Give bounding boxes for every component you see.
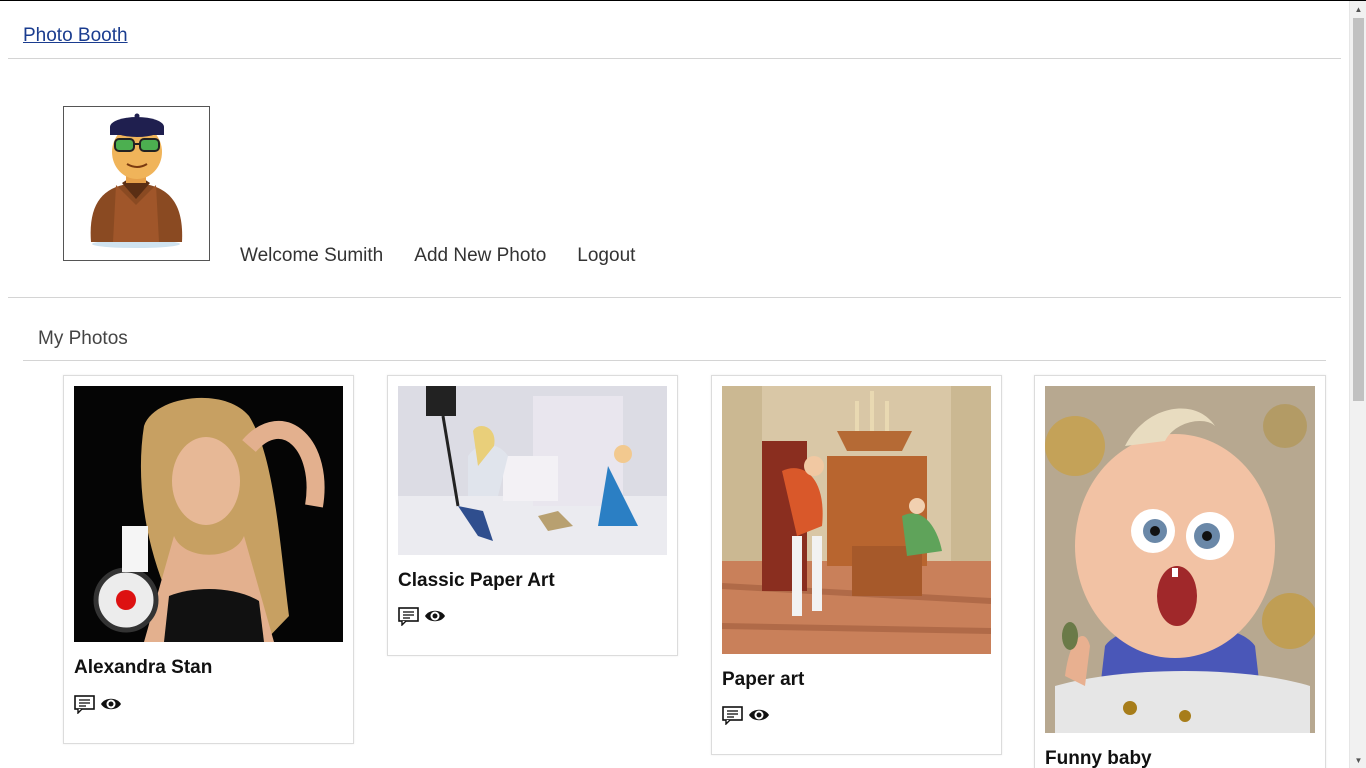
photo-card[interactable]: Alexandra Stan	[63, 375, 354, 744]
comment-icon[interactable]	[74, 694, 96, 715]
photo-actions	[398, 606, 446, 627]
photo-image[interactable]	[722, 386, 991, 654]
vertical-scrollbar[interactable]: ▲ ▼	[1349, 1, 1366, 768]
eye-icon[interactable]	[748, 705, 770, 725]
section-divider	[23, 360, 1326, 361]
welcome-text: Welcome Sumith	[240, 245, 384, 266]
photo-card[interactable]: Classic Paper Art	[387, 375, 678, 656]
photo-actions	[722, 705, 770, 726]
section-title: My Photos	[38, 328, 128, 349]
brand-link[interactable]: Photo Booth	[23, 25, 128, 47]
scroll-thumb[interactable]	[1353, 18, 1364, 401]
photo-image[interactable]	[74, 386, 343, 642]
comment-icon[interactable]	[722, 705, 744, 726]
photo-actions	[74, 694, 122, 715]
photo-card[interactable]: Funny baby	[1034, 375, 1326, 768]
photo-title: Classic Paper Art	[398, 570, 555, 591]
comment-icon[interactable]	[398, 606, 420, 627]
photo-card[interactable]: Paper art	[711, 375, 1002, 755]
photo-image[interactable]	[1045, 386, 1315, 733]
scroll-up-arrow-icon[interactable]: ▲	[1350, 1, 1366, 18]
photo-image[interactable]	[398, 386, 667, 555]
logout-link[interactable]: Logout	[577, 245, 635, 267]
photo-title: Alexandra Stan	[74, 657, 213, 678]
avatar-man-icon	[90, 113, 183, 248]
photo-title: Funny baby	[1045, 748, 1152, 768]
scroll-down-arrow-icon[interactable]: ▼	[1350, 752, 1366, 768]
avatar	[63, 106, 210, 261]
eye-icon[interactable]	[100, 694, 122, 714]
photo-title: Paper art	[722, 669, 805, 690]
user-nav: Welcome Sumith Add New Photo Logout	[240, 245, 635, 267]
top-bar: Photo Booth	[8, 1, 1341, 59]
eye-icon[interactable]	[424, 606, 446, 626]
profile-header: Welcome Sumith Add New Photo Logout	[8, 59, 1341, 298]
add-new-photo-link[interactable]: Add New Photo	[414, 245, 546, 267]
